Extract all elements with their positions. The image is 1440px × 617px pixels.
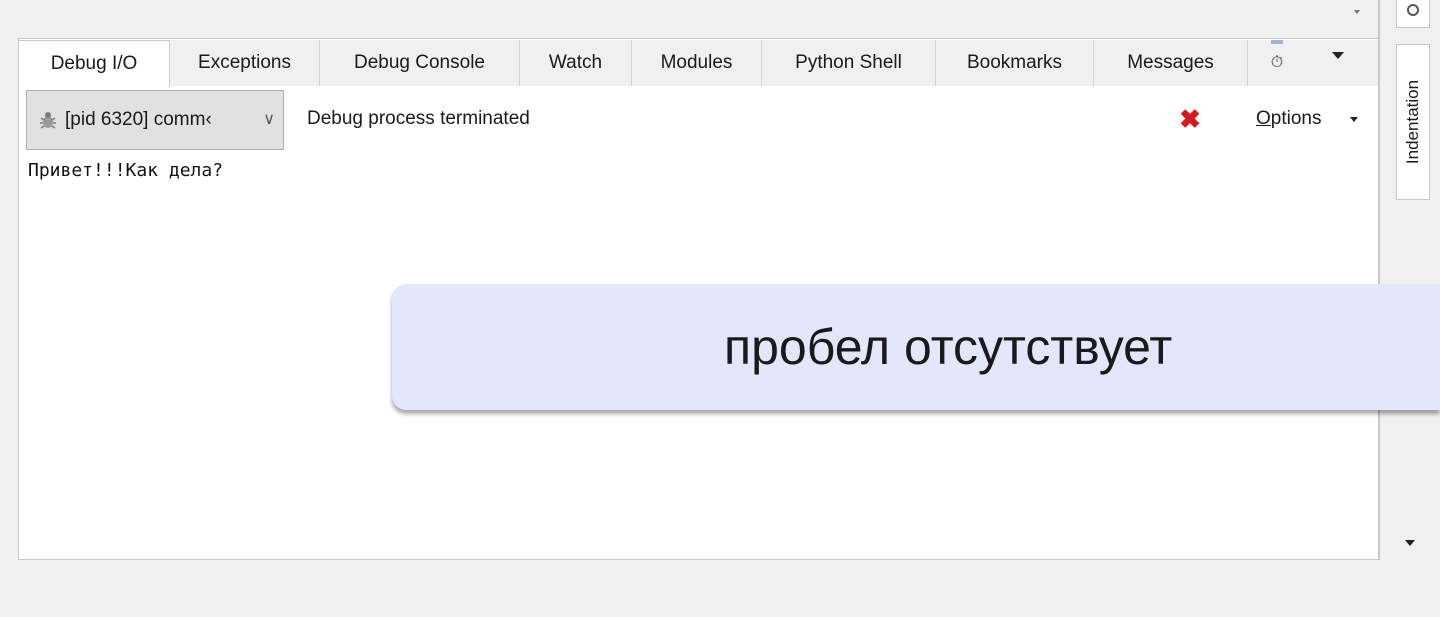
side-tab-indentation-label: Indentation (1403, 79, 1422, 165)
close-icon[interactable]: ✖ (1178, 106, 1202, 132)
chevron-down-icon: ∨ (263, 111, 275, 128)
tab-bookmarks[interactable]: Bookmarks (936, 40, 1094, 86)
tab-overflow-indicator (1271, 40, 1283, 44)
process-select[interactable]: [pid 6320] comm‹ ∨ (26, 90, 284, 150)
tab-messages[interactable]: Messages (1094, 40, 1248, 86)
bug-icon (40, 112, 56, 129)
debug-status-text: Debug process terminated (307, 108, 530, 129)
scroll-up-icon[interactable] (1354, 10, 1360, 14)
tab-debug-console[interactable]: Debug Console (320, 40, 520, 86)
process-select-label: [pid 6320] comm‹ (65, 109, 212, 130)
scroll-down-icon[interactable] (1405, 540, 1415, 546)
tab-menu-arrow-icon[interactable] (1332, 52, 1344, 59)
options-dropdown-icon (1350, 117, 1358, 122)
options-label: Options (1256, 108, 1322, 129)
tab-watch[interactable]: Watch (520, 40, 632, 86)
tab-modules[interactable]: Modules (632, 40, 762, 86)
callout-text: пробел отсутствует (724, 319, 1173, 375)
stopwatch-icon[interactable]: ⏱ (1268, 52, 1286, 74)
tab-strip: Debug I/O Exceptions Debug Console Watch… (18, 40, 1380, 87)
tab-python-shell[interactable]: Python Shell (762, 40, 936, 86)
debug-output-text: Привет!!!Как дела? (28, 160, 224, 181)
tab-exceptions[interactable]: Exceptions (170, 40, 320, 86)
side-divider (1378, 0, 1380, 560)
options-menu-button[interactable]: Options (1256, 108, 1321, 130)
tab-debug-io[interactable]: Debug I/O (18, 40, 170, 87)
circle-icon (1407, 4, 1419, 16)
